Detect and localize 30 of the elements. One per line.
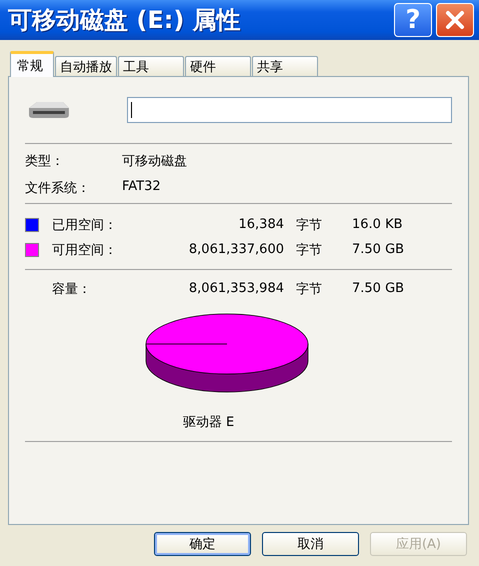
tab[interactable]: 常规 [10, 51, 54, 77]
dialog-button[interactable]: 取消 [262, 532, 359, 556]
value: FAT32 [122, 179, 162, 196]
help-button[interactable]: ? [394, 3, 432, 37]
name-field[interactable] [126, 97, 452, 123]
tab[interactable]: 工具 [118, 56, 184, 76]
tab[interactable]: 自动播放 [55, 56, 117, 76]
tab[interactable]: 硬件 [185, 56, 251, 76]
label: 文件系统： [25, 180, 91, 197]
size: 7.50 GB [352, 242, 406, 257]
byte-count: 8,061,353,984 [188, 281, 284, 296]
unit: 字节 [296, 216, 323, 234]
byte-count: 8,061,337,600 [188, 242, 284, 257]
label: 容量： [52, 280, 92, 298]
tab[interactable]: 共享 [252, 56, 318, 76]
unit: 字节 [296, 280, 323, 298]
drive-label: 驱动器 E [182, 415, 234, 430]
drive-icon [27, 100, 71, 120]
byte-count: 16,384 [238, 217, 284, 232]
window-title: 可移动磁盘 (E:) 属性 [8, 5, 242, 36]
close-button[interactable] [436, 3, 474, 37]
unit: 字节 [296, 242, 323, 258]
label: 已用空间： [52, 216, 118, 234]
size: 16.0 KB [352, 217, 404, 232]
label: 类型： [25, 153, 65, 170]
label: 可用空间： [52, 242, 118, 258]
close-icon [444, 9, 466, 31]
value: 可移动磁盘 [122, 153, 188, 170]
size: 7.50 GB [352, 281, 406, 296]
dialog-button[interactable]: 确定 [154, 532, 251, 556]
